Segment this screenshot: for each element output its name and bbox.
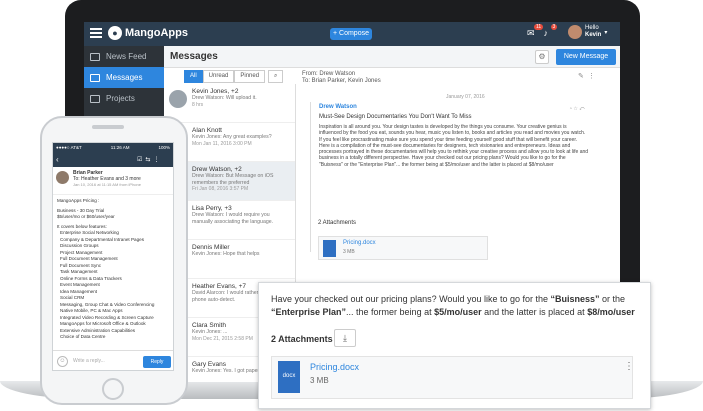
phone-action-icons[interactable]: ☑⇆⋮ [137, 156, 162, 163]
filter-pinned[interactable]: Pinned [234, 70, 266, 83]
docx-icon: docx [278, 361, 300, 393]
bell-badge: 3 [550, 24, 558, 30]
app-logo[interactable]: ● MangoApps [108, 26, 188, 40]
search-icon[interactable]: ⌕ [268, 70, 284, 83]
page-title: Messages [170, 51, 218, 62]
phone-message-body: MangoApps Pricing : Business - 30 Day Tr… [53, 195, 173, 344]
zoom-message-text: Have your checked out our pricing plans?… [271, 294, 635, 317]
marketing-composite: ● MangoApps + Compose ✉ 11 ♪ 3 Hello Kevin ▾… [0, 0, 703, 411]
phone-status-bar: ●●●●○ AT&T 11:26 AM 100% [53, 143, 173, 153]
zoom-attachment-card[interactable]: docx Pricing.docx 3 MB ⋮ [271, 356, 634, 399]
to-line: To: Brian Parker, Kevin Jones [302, 78, 381, 84]
sender-name[interactable]: Drew Watson [319, 104, 357, 110]
list-item[interactable]: Kevin Jones, +2 Drew Watson: Will upload … [164, 84, 295, 123]
more-vertical-icon[interactable]: ⋮ [624, 361, 634, 372]
feature-list: Enterprise Social Networking Company & De… [57, 230, 169, 341]
phone-reply-bar: ☺ Write a reply... Reply [53, 350, 173, 370]
phone-screen: ●●●●○ AT&T 11:26 AM 100% ‹ ☑⇆⋮ Brian Parke… [52, 142, 174, 371]
phone-nav-bar: ‹ ☑⇆⋮ [53, 153, 173, 167]
download-icon[interactable]: ⤓ [334, 329, 356, 347]
like-reply-icons[interactable]: ◔ ☆ ⤺ [569, 106, 585, 112]
message-filters: All Unread Pinned ⌕ [184, 70, 284, 83]
menu-icon[interactable] [90, 28, 102, 38]
folder-icon [90, 94, 100, 103]
chat-icon[interactable]: ✉ 11 [527, 24, 544, 39]
mango-logo-icon: ● [108, 26, 122, 40]
zoom-attachments-label: 2 Attachments [271, 334, 333, 344]
sidebar-item-news-feed[interactable]: News Feed [84, 46, 164, 67]
user-name: Kevin [585, 32, 602, 38]
envelope-icon [90, 73, 100, 82]
user-menu[interactable]: Hello Kevin ▾ [568, 25, 607, 39]
phone-home-button [102, 378, 124, 400]
file-name-link[interactable]: Pricing.docx [310, 362, 359, 372]
docx-icon [323, 240, 336, 257]
newsfeed-icon [90, 52, 100, 61]
compose-button[interactable]: + Compose [330, 28, 372, 40]
filter-all[interactable]: All [184, 70, 203, 83]
emoji-icon[interactable]: ☺ [57, 356, 68, 367]
message-card: Drew Watson ◔ ☆ ⤺ Must-See Design Docume… [310, 102, 610, 252]
reply-button[interactable]: Reply [143, 356, 171, 368]
avatar [568, 25, 582, 39]
sidebar-item-projects[interactable]: Projects [84, 88, 164, 109]
avatar [169, 90, 187, 108]
chat-badge: 11 [534, 24, 544, 30]
new-message-button[interactable]: New Message [556, 49, 616, 65]
phone-message-header: Brian Parker To: Heather Evans and 3 mor… [53, 167, 173, 195]
chevron-down-icon: ▾ [604, 29, 608, 36]
avatar [56, 171, 69, 184]
attachment-card[interactable]: Pricing.docx 3 MB [318, 236, 488, 260]
messages-header: Messages ⚙ New Message [164, 46, 620, 68]
phone-speaker [92, 125, 124, 129]
bell-icon[interactable]: ♪ 3 [544, 24, 558, 39]
feature-item: Choice of Data Centre [60, 334, 106, 339]
back-icon[interactable]: ‹ [56, 155, 59, 164]
message-date: January 07, 2016 [446, 94, 485, 100]
app-topbar: ● MangoApps + Compose ✉ 11 ♪ 3 Hello Kevin ▾ [84, 22, 620, 46]
filter-unread[interactable]: Unread [202, 70, 235, 83]
sidebar-item-messages[interactable]: Messages [84, 67, 164, 88]
zoomed-excerpt: Have your checked out our pricing plans?… [258, 282, 651, 409]
message-body: Inspiration is all around you. Your desi… [319, 124, 589, 168]
user-greeting: Hello [585, 25, 599, 31]
gear-icon[interactable]: ⚙ [535, 50, 549, 64]
attachments-label: 2 Attachments [318, 220, 357, 226]
pin-icon[interactable]: ✎⋮ [578, 72, 599, 80]
from-line: From: Drew Watson [302, 71, 356, 77]
message-subject: Must-See Design Documentaries You Don't … [319, 114, 472, 120]
file-size: 3 MB [310, 376, 329, 385]
reply-input[interactable]: Write a reply... [73, 358, 105, 364]
